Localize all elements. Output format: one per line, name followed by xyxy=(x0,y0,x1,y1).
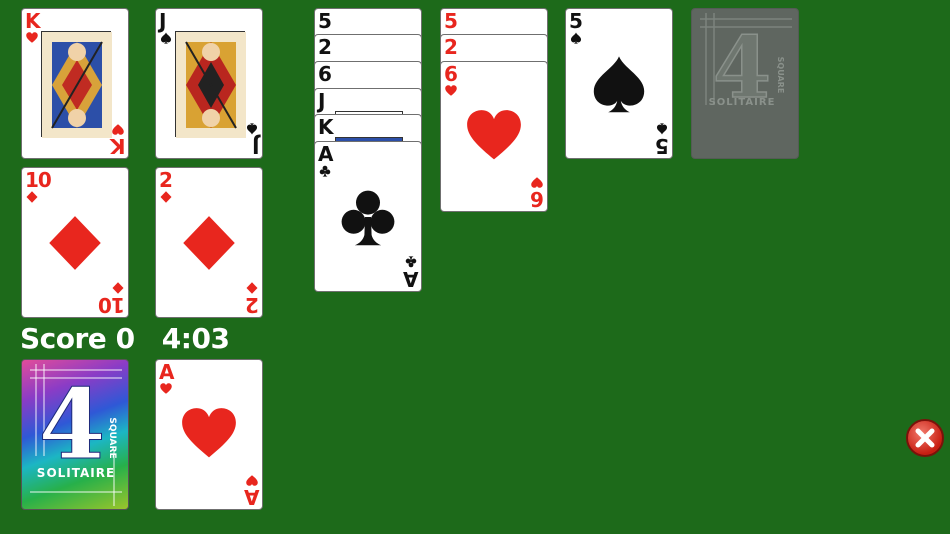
slot-logo: 4 SQUARE SOLITAIRE xyxy=(700,13,792,118)
heart-icon xyxy=(531,176,543,188)
heart-icon xyxy=(445,85,457,97)
card-rank: 5 xyxy=(656,134,669,158)
diamond-icon xyxy=(160,191,172,203)
svg-text:SQUARE: SQUARE xyxy=(107,417,117,458)
card-two-of-diamonds[interactable]: 2 2 xyxy=(155,167,263,318)
spade-icon xyxy=(160,32,172,44)
spade-icon xyxy=(589,54,649,114)
diamond-icon xyxy=(47,213,103,273)
card-rank: 6 xyxy=(444,62,458,86)
card-rank: K xyxy=(318,115,333,139)
card-rank: 5 xyxy=(318,9,332,33)
diamond-icon xyxy=(181,213,237,273)
spade-icon xyxy=(246,123,258,135)
diamond-icon xyxy=(246,282,258,294)
heart-icon xyxy=(180,407,238,463)
diamond-icon xyxy=(26,191,38,203)
pile1-card-6[interactable]: A A xyxy=(314,141,422,292)
spade-icon xyxy=(570,32,582,44)
card-rank: A xyxy=(159,360,175,384)
card-rank: 5 xyxy=(569,9,583,33)
card-rank: A xyxy=(403,267,418,291)
svg-text:SQUARE: SQUARE xyxy=(776,57,785,94)
pile2-card-3[interactable]: 6 6 xyxy=(440,61,548,212)
card-rank: 6 xyxy=(531,187,544,211)
card-rank: 5 xyxy=(444,9,458,33)
card-rank: 10 xyxy=(99,293,125,317)
close-icon xyxy=(915,428,935,448)
timer: 4:03 xyxy=(161,322,230,355)
svg-text:SOLITAIRE: SOLITAIRE xyxy=(709,97,776,108)
stock-deck[interactable]: 4 SQUARE SOLITAIRE xyxy=(21,359,129,510)
card-rank: J xyxy=(252,134,259,158)
face-card-art xyxy=(41,31,112,138)
svg-text:4: 4 xyxy=(39,368,106,481)
spade-icon xyxy=(656,123,668,135)
card-rank: 2 xyxy=(246,293,259,317)
card-jack-of-spades[interactable]: J J xyxy=(155,8,263,159)
card-rank: 2 xyxy=(159,168,173,192)
club-icon xyxy=(338,187,398,247)
svg-text:SOLITAIRE: SOLITAIRE xyxy=(37,466,115,480)
score-label: Score 0 xyxy=(20,322,135,355)
card-rank: 2 xyxy=(444,35,458,59)
heart-icon xyxy=(246,474,258,486)
deck-logo: 4 SQUARE SOLITAIRE xyxy=(30,364,122,506)
score-value: 0 xyxy=(115,322,135,355)
diamond-icon xyxy=(112,282,124,294)
card-rank: 10 xyxy=(25,168,52,192)
club-icon xyxy=(405,256,417,268)
card-king-of-hearts[interactable]: K K xyxy=(21,8,129,159)
heart-icon xyxy=(26,32,38,44)
card-ten-of-diamonds[interactable]: 10 10 xyxy=(21,167,129,318)
heart-icon xyxy=(112,123,124,135)
face-card-art xyxy=(175,31,246,138)
card-rank: A xyxy=(318,142,334,166)
card-rank: K xyxy=(110,134,126,158)
card-rank: J xyxy=(159,9,167,33)
heart-icon xyxy=(465,109,523,165)
card-five-of-spades[interactable]: 5 5 xyxy=(565,8,673,159)
card-rank: J xyxy=(318,89,326,113)
close-button[interactable] xyxy=(906,419,944,457)
club-icon xyxy=(319,165,331,177)
card-rank: 2 xyxy=(318,35,332,59)
card-rank: A xyxy=(244,485,259,509)
card-rank: 6 xyxy=(318,62,332,86)
empty-pile-slot[interactable]: 4 SQUARE SOLITAIRE xyxy=(691,8,799,159)
score-bar: Score 0 4:03 xyxy=(20,322,247,355)
heart-icon xyxy=(160,383,172,395)
card-rank: K xyxy=(25,9,40,33)
card-ace-of-hearts[interactable]: A A xyxy=(155,359,263,510)
